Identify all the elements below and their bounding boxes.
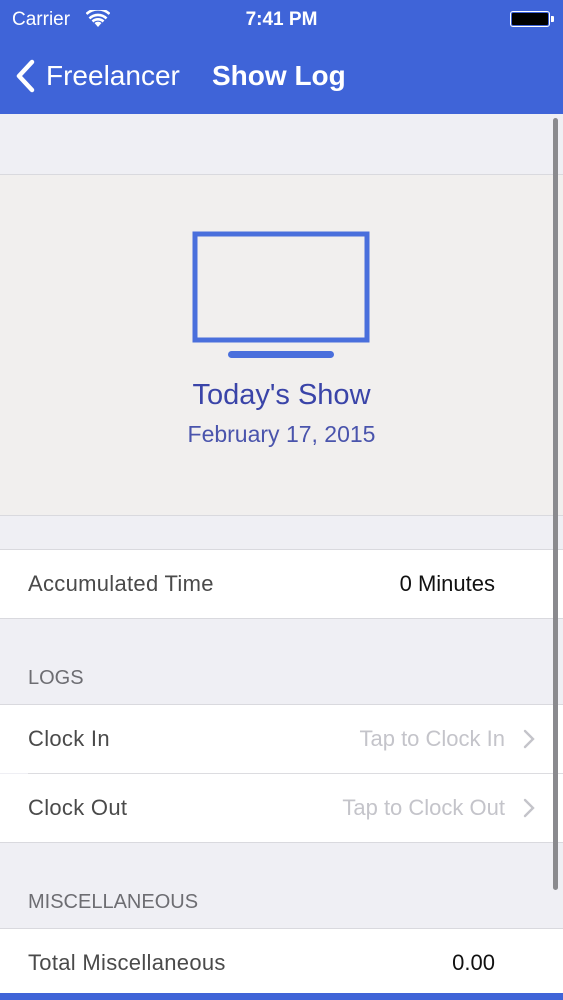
misc-header-label: MISCELLANEOUS — [28, 891, 199, 913]
status-time: 7:41 PM — [245, 9, 318, 30]
nav-bar: Freelancer Show Log — [0, 40, 563, 114]
total-misc-value: 0.00 — [452, 950, 495, 975]
accumulated-time-row: Accumulated Time 0 Minutes — [0, 550, 563, 618]
content-scroll[interactable]: Today's Show February 17, 2015 Accumulat… — [0, 114, 563, 1000]
status-bar: Carrier 7:41 PM — [0, 0, 563, 40]
show-hero: Today's Show February 17, 2015 — [0, 175, 563, 516]
chevron-right-icon — [523, 798, 535, 818]
logs-section-header: LOGS — [0, 619, 563, 705]
clock-out-label: Clock Out — [28, 795, 128, 820]
page-title: Show Log — [212, 60, 346, 91]
header: Carrier 7:41 PM Freelancer Show Log — [0, 0, 563, 114]
total-misc-label: Total Miscellaneous — [28, 950, 226, 975]
back-label: Freelancer — [46, 60, 180, 91]
misc-section-header: MISCELLANEOUS — [0, 843, 563, 929]
top-spacer — [0, 114, 563, 175]
clock-out-value: Tap to Clock Out — [342, 795, 505, 820]
logs-header-label: LOGS — [28, 667, 84, 689]
show-title: Today's Show — [192, 379, 371, 411]
accumulated-time-value: 0 Minutes — [399, 571, 495, 596]
total-misc-row: Total Miscellaneous 0.00 — [0, 929, 563, 997]
scrollbar[interactable] — [553, 118, 558, 890]
accumulated-time-label: Accumulated Time — [28, 571, 214, 596]
section-gap — [0, 516, 563, 550]
chevron-left-icon — [16, 59, 35, 93]
back-button[interactable]: Freelancer — [12, 54, 180, 98]
show-date: February 17, 2015 — [187, 421, 376, 447]
clock-out-row[interactable]: Clock Out Tap to Clock Out — [0, 774, 563, 842]
clock-in-label: Clock In — [28, 726, 110, 751]
clock-in-row[interactable]: Clock In Tap to Clock In — [0, 705, 563, 773]
bottom-bar — [0, 993, 563, 1000]
clock-in-value: Tap to Clock In — [359, 726, 505, 751]
tv-icon — [192, 231, 370, 358]
chevron-right-icon — [523, 729, 535, 749]
battery-icon — [510, 11, 554, 27]
